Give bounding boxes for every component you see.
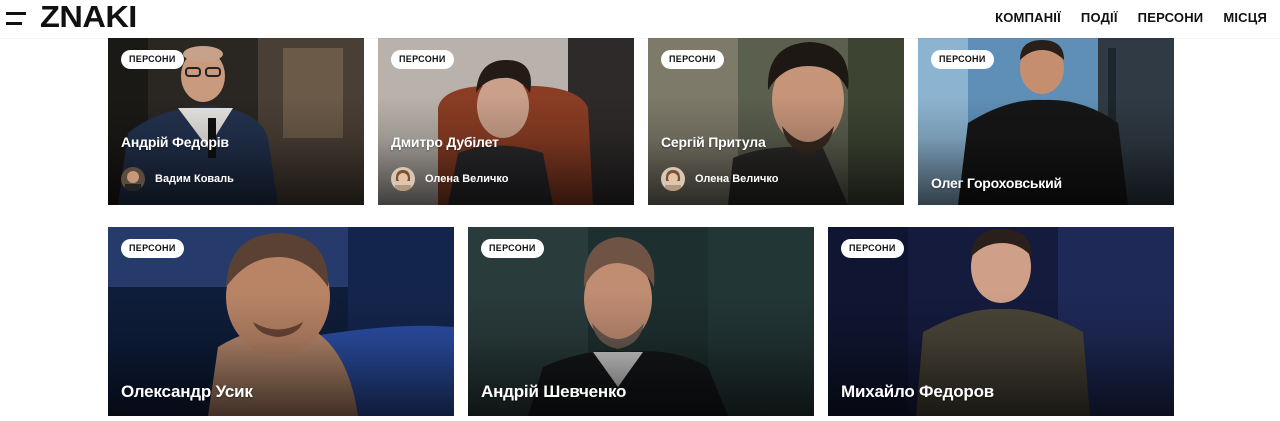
category-badge[interactable]: ПЕРСОНИ	[481, 239, 544, 258]
person-name[interactable]: Дмитро Дубілет	[391, 134, 499, 150]
person-card-oleh-horokhovskyi[interactable]: ПЕРСОНИ Олег Гороховський	[918, 38, 1174, 205]
category-badge[interactable]: ПЕРСОНИ	[841, 239, 904, 258]
author-name: Олена Величко	[425, 173, 509, 185]
person-card-andrii-fedoriv[interactable]: ПЕРСОНИ Андрій Федорів Вадим Коваль	[108, 38, 364, 205]
person-name[interactable]: Андрій Шевченко	[481, 382, 626, 402]
author-avatar	[661, 167, 685, 191]
category-badge[interactable]: ПЕРСОНИ	[121, 50, 184, 69]
author-avatar	[391, 167, 415, 191]
category-badge[interactable]: ПЕРСОНИ	[931, 50, 994, 69]
category-badge[interactable]: ПЕРСОНИ	[121, 239, 184, 258]
author-name: Олена Величко	[695, 173, 779, 185]
nav-persons[interactable]: ПЕРСОНИ	[1138, 10, 1204, 26]
person-card-serhii-prytula[interactable]: ПЕРСОНИ Сергій Притула Олена Величко	[648, 38, 904, 205]
person-card-dmytro-dubilet[interactable]: ПЕРСОНИ Дмитро Дубілет Олена Величко	[378, 38, 634, 205]
person-name[interactable]: Олександр Усик	[121, 382, 253, 402]
site-logo[interactable]: ZNAKI	[40, 1, 137, 33]
person-name[interactable]: Михайло Федоров	[841, 382, 994, 402]
nav-companies[interactable]: КОМПАНІЇ	[995, 10, 1061, 26]
main-nav: КОМПАНІЇ ПОДІЇ ПЕРСОНИ МІСЦЯ	[975, 10, 1267, 26]
nav-events[interactable]: ПОДІЇ	[1081, 10, 1118, 26]
menu-icon[interactable]	[6, 10, 26, 26]
site-header: ZNAKI КОМПАНІЇ ПОДІЇ ПЕРСОНИ МІСЦЯ	[0, 0, 1280, 38]
author-name: Вадим Коваль	[155, 173, 234, 185]
person-name[interactable]: Олег Гороховський	[931, 175, 1062, 191]
author-byline[interactable]: Олена Величко	[391, 167, 508, 191]
category-badge[interactable]: ПЕРСОНИ	[661, 50, 724, 69]
person-name[interactable]: Андрій Федорів	[121, 134, 229, 150]
person-card-mykhailo-fedorov[interactable]: ПЕРСОНИ Михайло Федоров	[828, 227, 1174, 416]
person-name[interactable]: Сергій Притула	[661, 134, 766, 150]
author-avatar	[121, 167, 145, 191]
nav-places[interactable]: МІСЦЯ	[1223, 10, 1267, 26]
person-card-oleksandr-usyk[interactable]: ПЕРСОНИ Олександр Усик	[108, 227, 454, 416]
author-byline[interactable]: Олена Величко	[661, 167, 778, 191]
category-badge[interactable]: ПЕРСОНИ	[391, 50, 454, 69]
author-byline[interactable]: Вадим Коваль	[121, 167, 234, 191]
person-card-andrii-shevchenko[interactable]: ПЕРСОНИ Андрій Шевченко	[468, 227, 814, 416]
